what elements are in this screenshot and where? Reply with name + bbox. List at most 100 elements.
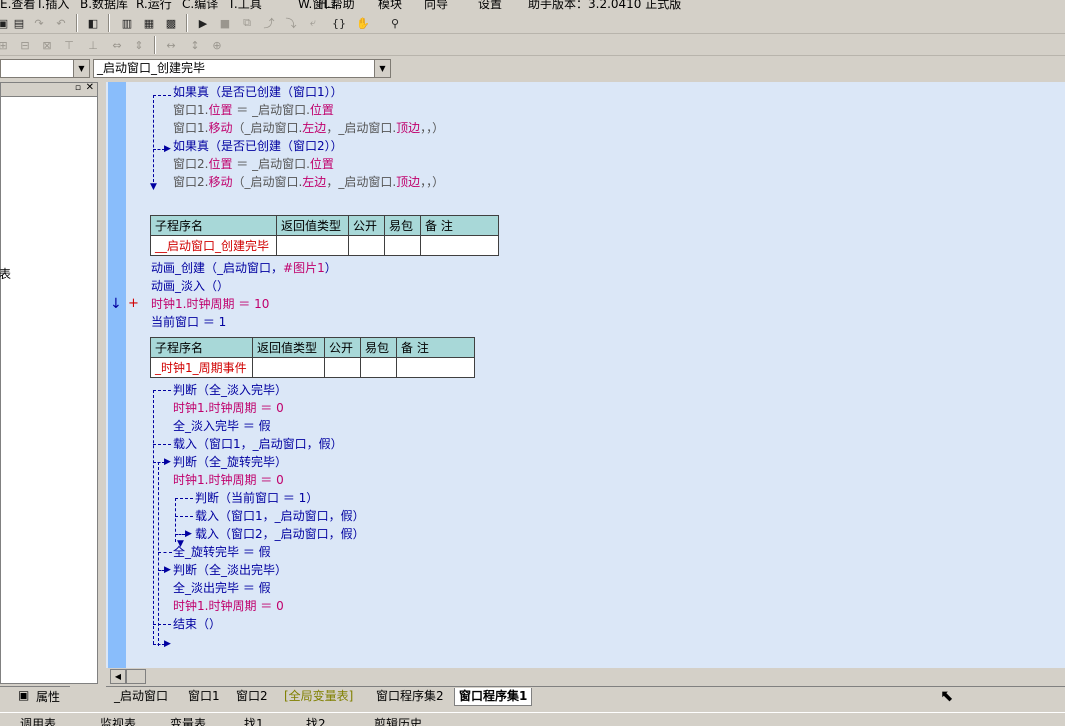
tab-bar: _启动窗口 窗口1 窗口2 [全局变量表] 窗口程序集2 窗口程序集1 [106, 686, 1065, 706]
code-line[interactable]: 载入（窗口2，_启动窗口，假） [195, 527, 365, 541]
space-v-icon[interactable]: ⇕ [130, 36, 148, 54]
menu-settings[interactable]: 设置 [478, 0, 502, 12]
align-left-icon[interactable]: ⊞ [0, 36, 12, 54]
sub-name[interactable]: __启动窗口_创建完毕 [150, 235, 277, 256]
property-tab[interactable]: ▣ 属性 [0, 686, 70, 706]
find-icon[interactable]: ◧ [84, 14, 102, 32]
step-out-icon[interactable]: ⤶ [304, 14, 322, 32]
step-icon[interactable]: ⧉ [238, 14, 256, 32]
menu-bar: E.查看 I.插入 B.数据库 R.运行 C.编译 T.工具 W.窗口 H.帮助… [0, 0, 1065, 12]
menu-tools[interactable]: T.工具 [228, 0, 262, 12]
layout3-icon[interactable]: ▩ [162, 14, 180, 32]
align-top-icon[interactable]: ⊤ [60, 36, 78, 54]
code-line[interactable]: 判断（当前窗口 ＝ 1） [195, 491, 318, 505]
object-combo[interactable]: ▼ [0, 59, 90, 78]
bottom-bar: 调用表 监视表 变量表 找1 找2 剪辑历史 [0, 712, 1065, 726]
align-right-icon[interactable]: ⊠ [38, 36, 56, 54]
step-over-icon[interactable]: ⤵ [282, 14, 300, 32]
layout1-icon[interactable]: ▥ [118, 14, 136, 32]
assistant-version: 助手版本：3.2.0410 正式版 [528, 0, 682, 11]
sub-name[interactable]: _时钟1_周期事件 [150, 357, 253, 378]
run-icon[interactable]: ▶ [194, 14, 212, 32]
menu-insert[interactable]: I.插入 [38, 0, 69, 12]
sub-table-timer: 子程序名 返回值类型 公开 易包 备 注 _时钟1_周期事件 [150, 337, 475, 378]
braces-icon[interactable]: {} [330, 14, 348, 32]
breakpoint-plus-icon: + [128, 296, 139, 311]
menu-wizard[interactable]: 向导 [424, 0, 448, 12]
code-line[interactable]: 结束（） [173, 617, 221, 631]
code-line[interactable]: 如果真（是否已创建（窗口1）） [173, 85, 343, 99]
code-line[interactable]: 当前窗口 ＝ 1 [151, 315, 226, 329]
sub-table-startup: 子程序名 返回值类型 公开 易包 备 注 __启动窗口_创建完毕 [150, 215, 499, 256]
find2-tab[interactable]: 找2 [306, 715, 326, 726]
menu-compile[interactable]: C.编译 [182, 0, 218, 12]
flow-arrow-icon: ▼ [150, 182, 157, 192]
stop-icon[interactable]: ■ [216, 14, 234, 32]
binoculars-icon[interactable]: ⚲ [386, 14, 404, 32]
watch-table-tab[interactable]: 监视表 [100, 715, 136, 726]
step-into-icon[interactable]: ⤴ [260, 14, 278, 32]
menu-database[interactable]: B.数据库 [80, 0, 128, 12]
procedure-combo[interactable]: _启动窗口_创建完毕 ▼ [93, 59, 391, 78]
menu-help[interactable]: H.帮助 [318, 0, 355, 12]
code-line[interactable]: 判断（全_淡出完毕） [173, 563, 287, 577]
paste-icon[interactable]: ▤ [10, 14, 28, 32]
same-width-icon[interactable]: ↔ [162, 36, 180, 54]
code-line[interactable]: 窗口2.移动（_启动窗口.左边，_启动窗口.顶边，，） [173, 175, 444, 189]
tab-window-assembly1[interactable]: 窗口程序集1 [454, 688, 533, 706]
toolbar-main: ▣ ▤ ↷ ↶ ◧ ▥ ▦ ▩ ▶ ■ ⧉ ⤴ ⤵ ⤶ {} ✋ ⚲ [0, 12, 1065, 34]
chevron-down-icon[interactable]: ▼ [374, 60, 390, 77]
code-line[interactable]: 全_旋转完毕 ＝ 假 [173, 545, 271, 559]
close-icon[interactable]: ✕ [86, 82, 94, 93]
code-line[interactable]: 时钟1.时钟周期 ＝ 0 [173, 473, 284, 487]
code-line[interactable]: 如果真（是否已创建（窗口2）） [173, 139, 343, 153]
tab-startup-window[interactable]: _启动窗口 [110, 688, 172, 706]
space-h-icon[interactable]: ⇔ [108, 36, 126, 54]
call-table-tab[interactable]: 调用表 [20, 715, 56, 726]
same-height-icon[interactable]: ↕ [186, 36, 204, 54]
code-line[interactable]: 载入（窗口1，_启动窗口，假） [173, 437, 343, 451]
left-panel-text: 表 [0, 267, 12, 281]
align-middle-icon[interactable]: ⊥ [84, 36, 102, 54]
same-size-icon[interactable]: ⊕ [208, 36, 226, 54]
code-line[interactable]: 时钟1.时钟周期 ＝ 0 [173, 599, 284, 613]
clip-history-tab[interactable]: 剪辑历史 [374, 715, 422, 726]
redo-icon[interactable]: ↷ [30, 14, 48, 32]
code-line[interactable]: 全_淡入完毕 ＝ 假 [173, 419, 271, 433]
restore-icon[interactable]: ▫ [75, 83, 81, 93]
horizontal-scrollbar[interactable]: ◀ [108, 668, 1065, 685]
hand-icon[interactable]: ✋ [354, 14, 372, 32]
code-line[interactable]: 动画_创建（_启动窗口，#图片1） [151, 261, 337, 275]
code-line[interactable]: 载入（窗口1，_启动窗口，假） [195, 509, 365, 523]
menu-view[interactable]: E.查看 [0, 0, 35, 12]
flow-arrow-icon: ▶ [164, 639, 171, 649]
scroll-left-icon[interactable]: ◀ [110, 669, 126, 684]
code-line[interactable]: 全_淡出完毕 ＝ 假 [173, 581, 271, 595]
code-line[interactable]: 窗口2.位置 ＝ _启动窗口.位置 [173, 157, 334, 171]
code-line[interactable]: 判断（全_旋转完毕） [173, 455, 287, 469]
tab-window-assembly2[interactable]: 窗口程序集2 [372, 688, 448, 706]
chevron-down-icon[interactable]: ▼ [73, 60, 89, 77]
code-line[interactable]: 时钟1.时钟周期 ＝ 0 [173, 401, 284, 415]
flow-arrow-icon: ▶ [164, 144, 171, 154]
code-line[interactable]: 窗口1.位置 ＝ _启动窗口.位置 [173, 103, 334, 117]
code-line[interactable]: 判断（全_淡入完毕） [173, 383, 287, 397]
mouse-cursor-icon: ⬉ [940, 686, 954, 705]
layout2-icon[interactable]: ▦ [140, 14, 158, 32]
scroll-thumb[interactable] [126, 669, 146, 684]
editor-gutter [108, 82, 126, 668]
tab-window1[interactable]: 窗口1 [184, 688, 224, 706]
property-icon: ▣ [18, 688, 30, 702]
menu-module[interactable]: 模块 [378, 0, 402, 12]
tab-global-vars[interactable]: [全局变量表] [280, 688, 357, 706]
undo-icon[interactable]: ↶ [52, 14, 70, 32]
code-line[interactable]: 动画_淡入（） [151, 279, 229, 293]
menu-run[interactable]: R.运行 [136, 0, 172, 12]
code-line[interactable]: 时钟1.时钟周期 ＝ 10 [151, 297, 269, 311]
left-panel-titlebar: ▫ ✕ [1, 82, 97, 97]
align-center-icon[interactable]: ⊟ [16, 36, 34, 54]
variable-table-tab[interactable]: 变量表 [170, 715, 206, 726]
tab-window2[interactable]: 窗口2 [232, 688, 272, 706]
find1-tab[interactable]: 找1 [244, 715, 264, 726]
code-line[interactable]: 窗口1.移动（_启动窗口.左边，_启动窗口.顶边，，） [173, 121, 444, 135]
